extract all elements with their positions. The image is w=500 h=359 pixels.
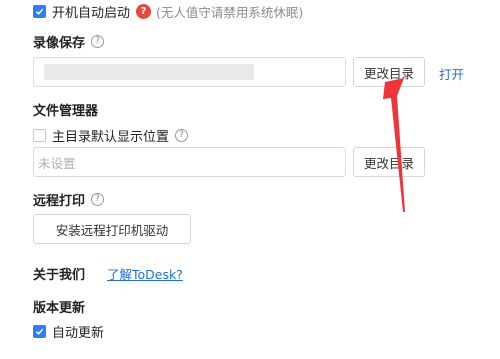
annotation-arrow: [383, 78, 405, 212]
